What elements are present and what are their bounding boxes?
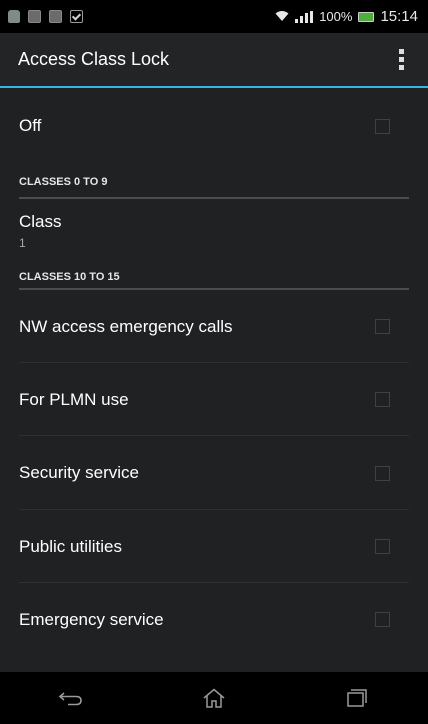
section-header-classes-0-9: CLASSES 0 TO 9 [0,164,428,199]
list-item-label: Class [19,212,62,231]
signal-icon [295,10,314,23]
checkbox[interactable] [375,319,390,334]
section-header-label: CLASSES 0 TO 9 [19,175,108,188]
list-item-off[interactable]: Off [0,88,428,164]
checkbox[interactable] [375,539,390,554]
battery-icon [358,11,375,22]
list-item-emergency-service[interactable]: Emergency service [0,583,428,656]
overflow-menu-icon[interactable] [393,45,410,74]
notification-icons [8,10,83,23]
battery-percent: 100% [319,9,353,24]
checkbox[interactable] [375,465,390,481]
status-bar: 100% 15:14 [0,0,428,33]
image-icon [28,10,41,23]
list-item-label: Off [19,116,42,135]
list-item-label: Emergency service [19,609,164,629]
back-icon[interactable] [41,678,101,718]
list-item-for-plmn-use[interactable]: For PLMN use [0,363,428,436]
section-header-label: CLASSES 10 TO 15 [19,270,120,283]
checkbox-icon [70,10,83,23]
list-item-security-service[interactable]: Security service [0,436,428,510]
image-icon [49,10,62,23]
off-checkbox[interactable] [375,118,390,134]
checkbox[interactable] [375,612,390,627]
list-item-nw-access-emergency-calls[interactable]: NW access emergency calls [0,290,428,363]
system-icons: 100% 15:14 [275,8,418,25]
page-title: Access Class Lock [18,49,170,69]
checkbox[interactable] [375,392,390,407]
list-item-public-utilities[interactable]: Public utilities [0,510,428,583]
section-header-classes-10-15: CLASSES 10 TO 15 [0,263,428,290]
clock: 15:14 [380,8,418,25]
wifi-icon [275,9,289,25]
home-icon[interactable] [184,678,244,718]
recents-icon[interactable] [327,678,387,718]
action-bar: Access Class Lock [0,33,428,88]
list-item-label: Public utilities [19,536,122,556]
list-item-label: Security service [19,463,139,482]
android-icon [8,10,20,23]
list-item-class[interactable]: Class 1 [0,199,428,263]
preference-list: Off CLASSES 0 TO 9 Class 1 CLASSES 10 TO… [0,88,428,656]
list-item-summary: 1 [19,236,26,250]
list-item-label: NW access emergency calls [19,316,233,336]
list-item-label: For PLMN use [19,389,129,409]
navigation-bar [0,672,428,724]
